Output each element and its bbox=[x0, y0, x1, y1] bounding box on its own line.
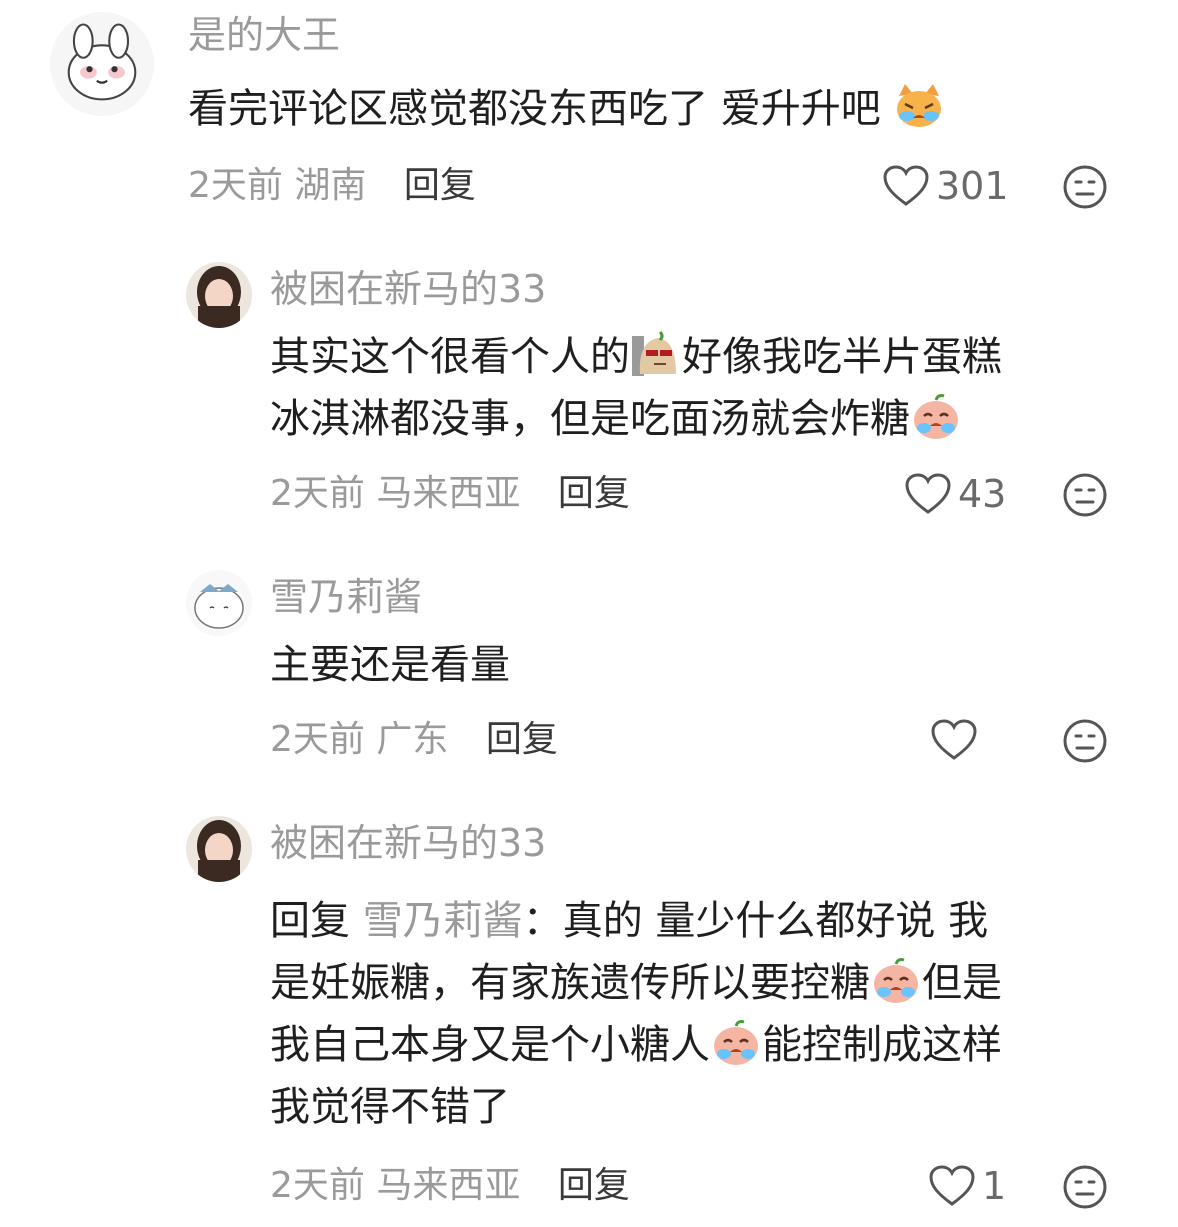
comment-text-segment: 但是 bbox=[922, 960, 1002, 1006]
reply-prefix: 回复 bbox=[270, 898, 350, 944]
comment-text-segment: 其实这个很看个人的 bbox=[270, 334, 630, 380]
dislike-button[interactable] bbox=[1062, 1164, 1108, 1210]
comment-text-segment: 我自己本身又是个小糖人 bbox=[270, 1022, 710, 1068]
girl-avatar-icon bbox=[186, 816, 252, 882]
heart-outline-icon bbox=[931, 719, 977, 760]
heart-outline-icon bbox=[883, 165, 929, 206]
like-count: 1 bbox=[982, 1164, 1007, 1208]
neutral-face-icon bbox=[1063, 1165, 1107, 1209]
like-button[interactable]: 43 bbox=[904, 472, 1006, 516]
avatar[interactable] bbox=[50, 12, 154, 116]
like-count: 43 bbox=[958, 472, 1007, 516]
comment-text: 其实这个很看个人的 好像我吃半片蛋糕 冰淇淋都没事，但是吃面汤就会炸糖 bbox=[270, 326, 1002, 450]
username[interactable]: 被困在新马的33 bbox=[270, 820, 546, 866]
dislike-button[interactable] bbox=[1062, 164, 1108, 210]
timestamp: 2天前 bbox=[270, 1165, 365, 1206]
avatar[interactable] bbox=[186, 262, 252, 328]
bunny-avatar-icon bbox=[50, 12, 154, 116]
location: 马来西亚 bbox=[376, 473, 521, 514]
cat-avatar-icon bbox=[186, 570, 252, 636]
username[interactable]: 是的大王 bbox=[188, 12, 340, 58]
avatar[interactable] bbox=[186, 570, 252, 636]
comment-text-segment: 是妊娠糖，有家族遗传所以要控糖 bbox=[270, 960, 870, 1006]
comment-text-line: 主要还是看量 bbox=[270, 642, 510, 688]
username[interactable]: 雪乃莉酱 bbox=[270, 574, 422, 620]
comment-text: 回复 雪乃莉酱：真的 量少什么都好说 我 是妊娠糖，有家族遗传所以要控糖 但是 … bbox=[270, 890, 1002, 1138]
like-count: 301 bbox=[936, 164, 1009, 208]
crying-peach-emoji-icon bbox=[870, 956, 922, 1004]
comment-meta: 2天前 湖南 回复 bbox=[188, 164, 476, 208]
reply-button[interactable]: 回复 bbox=[404, 165, 476, 206]
comment-text-line: 看完评论区感觉都没东西吃了 爱升升吧 bbox=[188, 86, 881, 132]
comment-text-segment: 冰淇淋都没事，但是吃面汤就会炸糖 bbox=[270, 396, 910, 442]
comment-text-segment: 能控制成这样 bbox=[762, 1022, 1002, 1068]
comment-text-segment: 我觉得不错了 bbox=[270, 1084, 510, 1130]
heart-outline-icon bbox=[929, 1165, 975, 1206]
timestamp: 2天前 bbox=[270, 473, 365, 514]
neutral-face-icon bbox=[1063, 473, 1107, 517]
comment-meta: 2天前 广东 回复 bbox=[270, 718, 558, 762]
heart-outline-icon bbox=[905, 473, 951, 514]
neutral-face-icon bbox=[1063, 719, 1107, 763]
dislike-button[interactable] bbox=[1062, 472, 1108, 518]
reply-button[interactable]: 回复 bbox=[558, 473, 630, 514]
location: 湖南 bbox=[294, 165, 367, 206]
crying-cat-emoji-icon bbox=[893, 82, 945, 130]
location: 马来西亚 bbox=[376, 1165, 521, 1206]
mention-link[interactable]: 雪乃莉酱 bbox=[363, 898, 523, 944]
timestamp: 2天前 bbox=[270, 719, 365, 760]
comment-text: 主要还是看量 bbox=[270, 634, 510, 696]
comment-meta: 2天前 马来西亚 回复 bbox=[270, 472, 630, 516]
like-button[interactable]: 301 bbox=[882, 164, 1009, 208]
comment-text-segment: 好像我吃半片蛋糕 bbox=[682, 334, 1002, 380]
sunglasses-potato-emoji-icon bbox=[630, 330, 682, 378]
username[interactable]: 被困在新马的33 bbox=[270, 266, 546, 312]
reply-button[interactable]: 回复 bbox=[486, 719, 558, 760]
comment-text-segment: ：真的 量少什么都好说 我 bbox=[522, 898, 989, 944]
comment-text: 看完评论区感觉都没东西吃了 爱升升吧 bbox=[188, 78, 945, 140]
location: 广东 bbox=[376, 719, 449, 760]
crying-peach-emoji-icon bbox=[910, 392, 962, 440]
timestamp: 2天前 bbox=[188, 165, 283, 206]
like-button[interactable]: 1 bbox=[928, 1164, 1006, 1208]
dislike-button[interactable] bbox=[1062, 718, 1108, 764]
avatar[interactable] bbox=[186, 816, 252, 882]
neutral-face-icon bbox=[1063, 165, 1107, 209]
crying-peach-emoji-icon bbox=[710, 1018, 762, 1066]
reply-button[interactable]: 回复 bbox=[558, 1165, 630, 1206]
girl-avatar-icon bbox=[186, 262, 252, 328]
comment-meta: 2天前 马来西亚 回复 bbox=[270, 1164, 630, 1208]
like-button[interactable] bbox=[930, 718, 984, 762]
